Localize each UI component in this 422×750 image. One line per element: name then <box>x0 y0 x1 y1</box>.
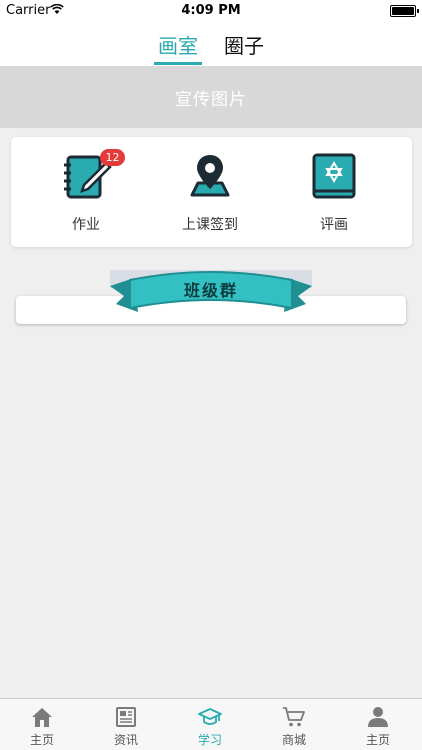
nav-item-news[interactable]: 资讯 <box>84 705 168 750</box>
nav-item-home[interactable]: 主页 <box>0 705 84 750</box>
active-tab-indicator <box>154 62 202 65</box>
feature-critique[interactable]: 评画 <box>269 137 399 247</box>
feature-label: 上课签到 <box>182 217 238 233</box>
nav-label: 主页 <box>29 733 54 747</box>
banner-text: 宣传图片 <box>175 89 247 110</box>
nav-item-shop[interactable]: 商城 <box>252 705 336 750</box>
tab-circle[interactable]: 圈子 <box>224 30 264 59</box>
nav-label: 主页 <box>365 733 390 747</box>
status-time: 4:09 PM <box>181 3 241 18</box>
feature-card: 12 作业 上课签到 评画 <box>11 137 412 247</box>
feature-label: 作业 <box>72 217 100 233</box>
map-pin-icon <box>190 155 230 197</box>
bottom-tab-bar: 主页 资讯 学习 商城 主页 <box>0 698 422 750</box>
feature-label: 评画 <box>320 217 348 233</box>
status-bar: Carrier 4:09 PM <box>0 0 422 22</box>
promo-banner[interactable]: 宣传图片 <box>0 66 422 128</box>
homework-badge: 12 <box>100 149 125 166</box>
user-icon <box>368 707 388 727</box>
class-group-title: 班级群 <box>183 281 238 300</box>
battery-icon <box>390 5 419 17</box>
nav-item-profile[interactable]: 主页 <box>336 705 420 750</box>
graduation-cap-icon <box>198 708 222 725</box>
book-star-icon <box>312 153 356 199</box>
nav-label: 商城 <box>281 733 306 747</box>
news-icon <box>116 707 136 727</box>
feature-check-in[interactable]: 上课签到 <box>145 137 275 247</box>
nav-label: 资讯 <box>113 733 138 747</box>
tab-studio[interactable]: 画室 <box>158 30 198 59</box>
feature-homework[interactable]: 12 作业 <box>21 137 151 247</box>
cart-icon <box>283 707 305 727</box>
nav-item-study[interactable]: 学习 <box>168 705 252 750</box>
home-icon <box>32 708 52 727</box>
nav-label: 学习 <box>197 733 222 747</box>
top-tab-bar: 画室 圈子 <box>0 22 422 66</box>
